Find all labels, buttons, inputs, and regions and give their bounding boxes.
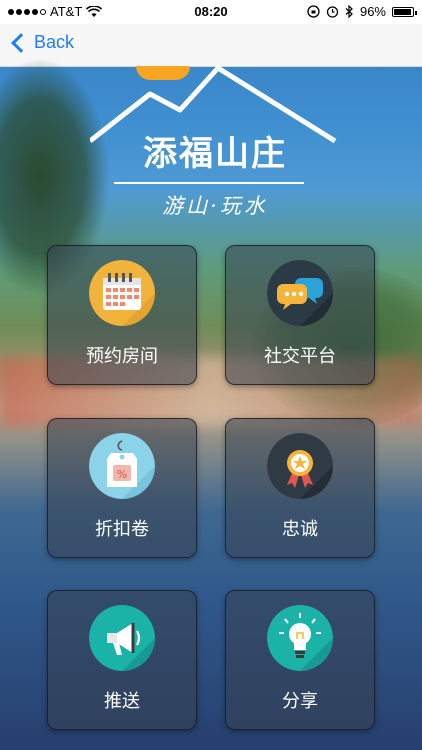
lightbulb-icon bbox=[267, 605, 333, 671]
app-screen: AT&T 08:20 96% Back 添福山庄 游山·玩水 预约房间 社交平台… bbox=[0, 0, 422, 750]
battery-percent: 96% bbox=[359, 4, 386, 19]
alarm-icon bbox=[326, 6, 339, 18]
tile-label: 预约房间 bbox=[86, 346, 158, 367]
award-ribbon-icon bbox=[267, 433, 333, 499]
tile-loyalty[interactable]: 忠诚 bbox=[225, 418, 375, 558]
tile-label: 社交平台 bbox=[264, 346, 336, 367]
tile-label: 推送 bbox=[104, 691, 140, 712]
status-right: 96% bbox=[307, 4, 417, 19]
bluetooth-icon bbox=[345, 5, 353, 18]
tile-book-room[interactable]: 预约房间 bbox=[47, 245, 197, 385]
logo-divider bbox=[114, 182, 304, 184]
back-button[interactable]: Back bbox=[10, 32, 74, 53]
resort-logo: 添福山庄 游山·玩水 bbox=[90, 66, 340, 226]
tile-push[interactable]: 推送 bbox=[47, 590, 197, 730]
navigation-bar: Back bbox=[0, 24, 422, 67]
resort-name: 添福山庄 bbox=[143, 134, 287, 174]
resort-slogan: 游山·玩水 bbox=[162, 194, 268, 218]
megaphone-icon bbox=[89, 605, 155, 671]
tile-share[interactable]: 分享 bbox=[225, 590, 375, 730]
svg-text:%: % bbox=[117, 468, 127, 481]
tile-discount-coupon[interactable]: % 折扣卷 bbox=[47, 418, 197, 558]
chevron-left-icon bbox=[11, 32, 31, 53]
discount-tag-icon: % bbox=[89, 433, 155, 499]
status-bar: AT&T 08:20 96% bbox=[0, 0, 422, 24]
tile-social-platform[interactable]: 社交平台 bbox=[225, 245, 375, 385]
tile-label: 折扣卷 bbox=[95, 519, 149, 540]
rotation-lock-icon bbox=[307, 5, 320, 18]
battery-fill bbox=[394, 8, 412, 15]
chat-bubbles-icon bbox=[267, 260, 333, 326]
back-label: Back bbox=[34, 32, 75, 52]
tile-label: 分享 bbox=[282, 691, 318, 712]
calendar-icon bbox=[89, 260, 155, 326]
tile-label: 忠诚 bbox=[282, 519, 318, 540]
battery-icon bbox=[392, 6, 417, 17]
